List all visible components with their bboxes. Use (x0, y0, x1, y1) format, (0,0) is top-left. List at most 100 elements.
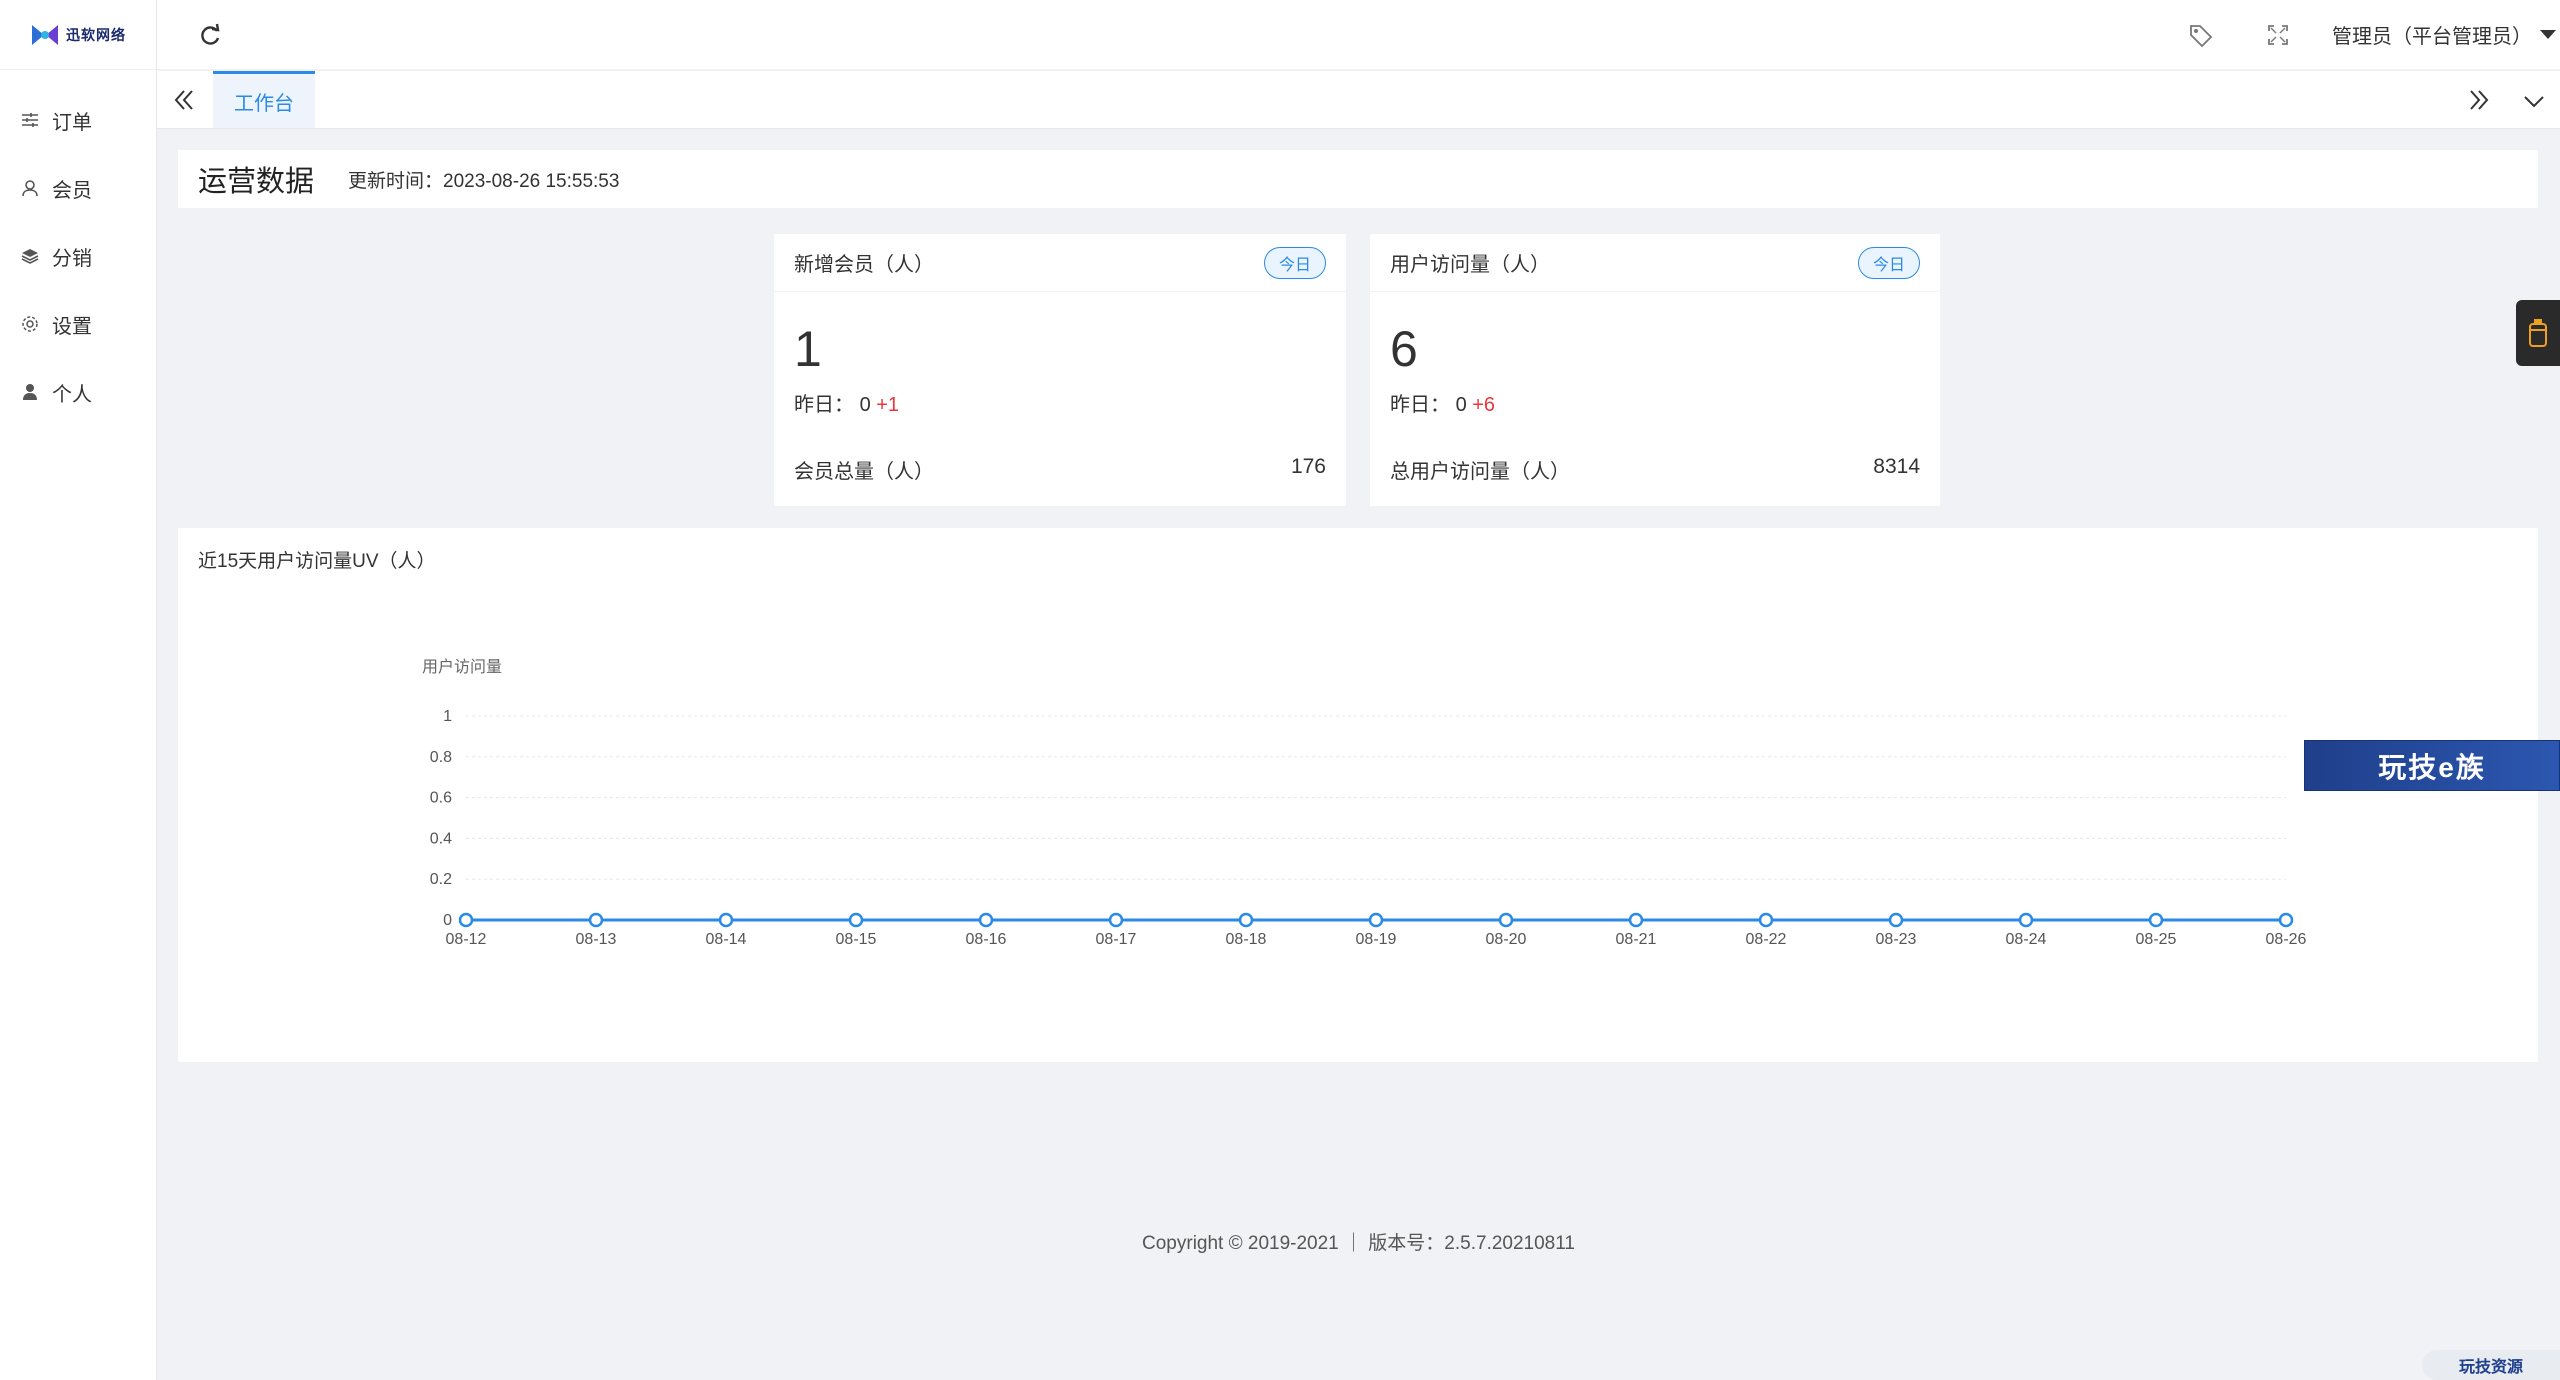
promo-banner[interactable]: 玩技e族 (2304, 740, 2560, 791)
data-point (2018, 912, 2034, 928)
data-point (1888, 912, 1904, 928)
x-tick-label: 08-21 (1616, 931, 1657, 948)
stat-value: 1 (794, 321, 822, 377)
yesterday-value: 0 (1455, 394, 1467, 416)
x-tick-label: 08-24 (2006, 931, 2047, 948)
x-tick-label: 08-12 (446, 931, 487, 948)
fullscreen-icon[interactable] (2266, 23, 2290, 47)
sidebar-item-label: 个人 (52, 383, 92, 406)
x-tick-label: 08-14 (706, 931, 747, 948)
stat-total-row: 总用户访问量（人） 8314 (1390, 455, 1920, 484)
data-point (978, 912, 994, 928)
total-label: 总用户访问量（人） (1390, 461, 1570, 483)
chart-card: 近15天用户访问量UV（人） 用户访问量 0 0.2 0.4 0.6 0.8 1 08-12 0… (178, 528, 2538, 1062)
data-point (1238, 912, 1254, 928)
sidebar-item-settings[interactable]: 设置 (0, 290, 156, 358)
today-badge: 今日 (1263, 246, 1326, 279)
header-card: 运营数据 更新时间：2023-08-26 15:55:53 (178, 150, 2538, 208)
logo[interactable]: 迅软网络 (0, 0, 156, 70)
stat-total-row: 会员总量（人） 176 (794, 455, 1326, 484)
user-label: 管理员（平台管理员） (2332, 26, 2532, 48)
data-point (1498, 912, 1514, 928)
sidebar-item-label: 会员 (52, 179, 92, 202)
list-icon (20, 110, 40, 130)
x-tick-label: 08-26 (2266, 931, 2307, 948)
y-tick-label: 1 (443, 708, 452, 725)
stat-card-user-visits: 用户访问量（人） 今日 6 昨日： 0 +6 总用户访问量（人） 8314 (1370, 234, 1940, 506)
cup-icon (2529, 319, 2547, 347)
sidebar-item-label: 订单 (52, 111, 92, 134)
sidebar-item-members[interactable]: 会员 (0, 154, 156, 222)
person-icon (20, 382, 40, 402)
caret-down-icon (2540, 29, 2556, 39)
sidebar: 迅软网络 订单 会员 分销 设置 个人 (0, 0, 157, 1380)
tag-icon[interactable] (2188, 23, 2214, 49)
x-tick-label: 08-23 (1876, 931, 1917, 948)
double-chevron-left-icon[interactable] (171, 87, 197, 113)
stat-card-new-members: 新增会员（人） 今日 1 昨日： 0 +1 会员总量（人） 176 (774, 234, 1346, 506)
logo-mark-icon (32, 24, 58, 45)
user-outline-icon (20, 178, 40, 198)
page-title: 运营数据 (198, 166, 315, 198)
total-label: 会员总量（人） (794, 461, 934, 483)
data-point (1368, 912, 1384, 928)
y-tick-label: 0 (443, 912, 452, 929)
x-tick-label: 08-25 (2136, 931, 2177, 948)
topbar: 管理员（平台管理员） (157, 0, 2560, 70)
stat-value: 6 (1390, 321, 1418, 377)
stat-card-header: 用户访问量（人） 今日 (1370, 234, 1940, 292)
refresh-icon[interactable] (197, 23, 223, 49)
gear-icon (20, 314, 40, 334)
stat-card-title: 新增会员（人） (794, 254, 934, 276)
data-point (1108, 912, 1124, 928)
x-tick-label: 08-15 (836, 931, 877, 948)
sidebar-item-label: 设置 (52, 315, 92, 338)
sidebar-nav: 订单 会员 分销 设置 个人 (0, 70, 156, 426)
x-tick-label: 08-17 (1096, 931, 1137, 948)
footer: Copyright © 2019-2021 ｜ 版本号：2.5.7.202108… (1142, 1233, 1575, 1254)
chevron-down-icon[interactable] (2522, 89, 2546, 113)
today-badge: 今日 (1857, 246, 1920, 279)
double-chevron-right-icon[interactable] (2466, 87, 2492, 113)
total-value: 176 (1290, 455, 1326, 478)
x-tick-label: 08-22 (1746, 931, 1787, 948)
sidebar-item-orders[interactable]: 订单 (0, 86, 156, 154)
x-tick-label: 08-18 (1226, 931, 1267, 948)
uv-line-chart: 用户访问量 0 0.2 0.4 0.6 0.8 1 08-12 08-13 08-14 08-15 0… (422, 658, 2307, 948)
y-tick-label: 0.6 (430, 790, 452, 807)
sidebar-item-personal[interactable]: 个人 (0, 358, 156, 426)
logo-text: 迅软网络 (66, 26, 126, 43)
x-tick-label: 08-13 (576, 931, 617, 948)
x-tick-label: 08-19 (1356, 931, 1397, 948)
side-float-button[interactable] (2516, 300, 2560, 366)
stat-yesterday: 昨日： 0 +6 (1370, 388, 1940, 417)
sidebar-item-label: 分销 (52, 247, 92, 270)
x-tick-label: 08-20 (1486, 931, 1527, 948)
sidebar-item-distribution[interactable]: 分销 (0, 222, 156, 290)
y-axis-label: 用户访问量 (422, 658, 502, 676)
watermark-badge: 玩技资源 (2422, 1350, 2560, 1380)
delta-value: +1 (876, 394, 900, 416)
yesterday-label: 昨日： (1390, 394, 1450, 416)
data-point (1628, 912, 1644, 928)
stat-card-header: 新增会员（人） 今日 (774, 234, 1346, 292)
y-tick-label: 0.2 (430, 871, 452, 888)
tab-workbench[interactable]: 工作台 (213, 71, 315, 128)
user-menu[interactable]: 管理员（平台管理员） (2332, 20, 2560, 49)
update-time: 更新时间：2023-08-26 15:55:53 (348, 170, 620, 192)
data-point (718, 912, 734, 928)
delta-value: +6 (1472, 394, 1496, 416)
app-root: 迅软网络 订单 会员 分销 设置 个人 管理员（平台管理员） 工作台 运营数据 … (0, 0, 2560, 1380)
stat-card-title: 用户访问量（人） (1390, 254, 1550, 276)
tab-label: 工作台 (234, 92, 294, 115)
data-point (458, 912, 474, 928)
y-tick-label: 0.8 (430, 749, 452, 766)
stat-yesterday: 昨日： 0 +1 (774, 388, 1346, 417)
y-tick-label: 0.4 (430, 830, 452, 847)
layers-icon (20, 246, 40, 266)
tabs-bar: 工作台 (157, 71, 2560, 129)
data-point (1758, 912, 1774, 928)
total-value: 8314 (1873, 455, 1920, 478)
data-point (588, 912, 604, 928)
data-point (2148, 912, 2164, 928)
